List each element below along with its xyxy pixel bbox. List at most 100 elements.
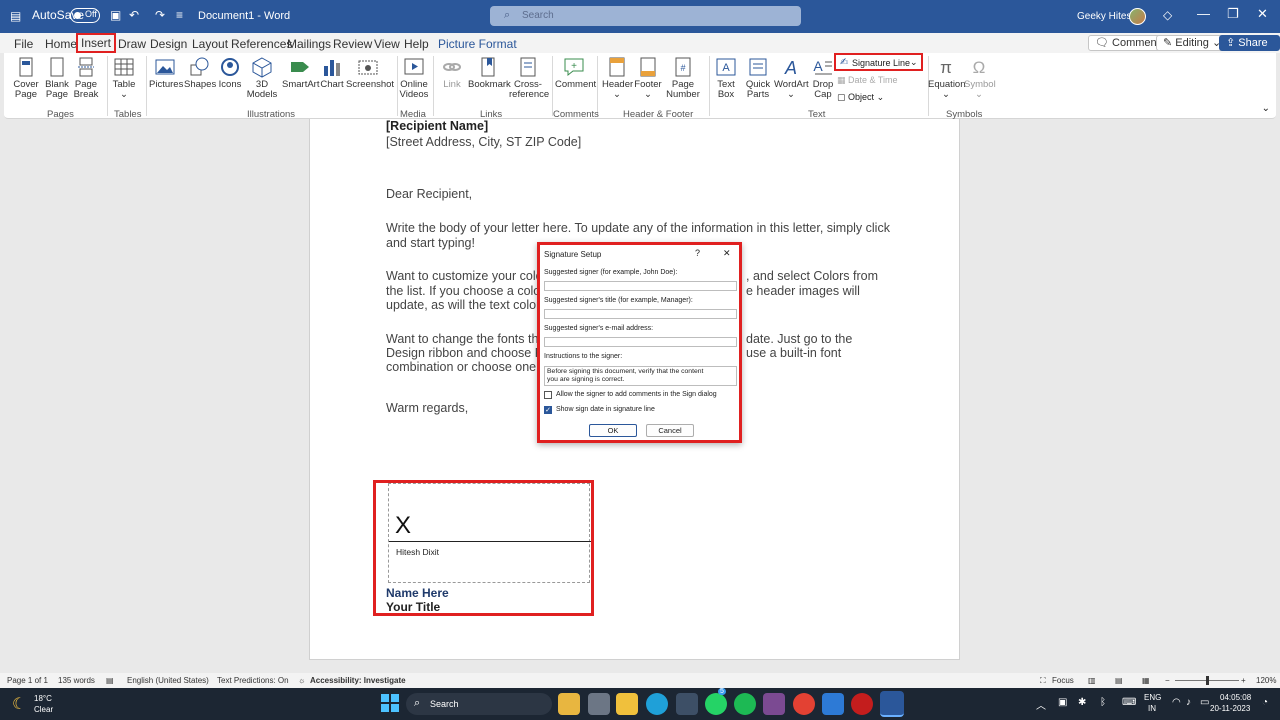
tab-insert[interactable]: Insert xyxy=(76,33,117,53)
redo-icon[interactable]: ↷ xyxy=(155,8,165,22)
zoom-in-icon[interactable]: + xyxy=(1241,676,1246,685)
signer-title-field[interactable] xyxy=(544,309,737,319)
tab-file[interactable]: File xyxy=(14,37,33,51)
undo-icon[interactable]: ↶ xyxy=(129,8,139,22)
date-time-button[interactable]: ▦ Date & Time xyxy=(837,75,898,86)
notifications-icon[interactable]: ◔ xyxy=(1262,697,1268,708)
cover-page-button[interactable]: Cover Page xyxy=(11,56,41,100)
cross-reference-button[interactable]: Cross- reference xyxy=(509,56,549,100)
ok-button[interactable]: OK xyxy=(589,424,637,437)
spotify-icon[interactable] xyxy=(734,693,756,715)
tray-app-icon[interactable]: ▣ xyxy=(1058,697,1067,708)
start-button[interactable] xyxy=(381,694,399,712)
input-region[interactable]: IN xyxy=(1148,704,1156,713)
footer-button[interactable]: Footer ⌄ xyxy=(633,56,663,100)
signer-name-field[interactable] xyxy=(544,281,737,291)
slack-icon[interactable] xyxy=(763,693,785,715)
signature-line-object[interactable]: X Hitesh Dixit xyxy=(388,483,591,583)
taskbar-search[interactable]: ⌕ Search xyxy=(406,693,552,715)
page-count[interactable]: Page 1 of 1 xyxy=(7,676,48,685)
instructions-field[interactable]: Before signing this document, verify tha… xyxy=(544,366,737,386)
print-layout-icon[interactable]: ▤ xyxy=(1115,676,1123,685)
read-mode-icon[interactable]: ▥ xyxy=(1088,676,1096,685)
wifi-icon[interactable]: ◠ xyxy=(1172,697,1181,708)
share-button[interactable]: ⇪ Share ⌄ xyxy=(1219,35,1280,63)
signer-email-field[interactable] xyxy=(544,337,737,347)
autosave-toggle[interactable]: Off xyxy=(70,8,100,23)
3d-models-button[interactable]: 3D Models xyxy=(246,56,278,100)
app-icon[interactable] xyxy=(851,693,873,715)
word-count[interactable]: 135 words xyxy=(58,676,95,685)
store-icon[interactable] xyxy=(676,693,698,715)
tab-view[interactable]: View xyxy=(374,37,400,51)
zoom-level[interactable]: 120% xyxy=(1256,676,1276,685)
bluetooth-icon[interactable]: ᛒ xyxy=(1100,697,1106,708)
temperature[interactable]: 18°C xyxy=(34,694,52,703)
tab-home[interactable]: Home xyxy=(45,37,77,51)
zoom-slider-thumb[interactable] xyxy=(1206,676,1209,685)
restore-icon[interactable]: ❐ xyxy=(1227,6,1239,22)
drop-cap-button[interactable]: A Drop Cap xyxy=(810,56,836,100)
icons-button[interactable]: Icons xyxy=(216,56,244,90)
screenshot-button[interactable]: Screenshot xyxy=(346,56,394,90)
clock-time[interactable]: 04:05:08 xyxy=(1220,693,1251,702)
zoom-out-icon[interactable]: − xyxy=(1165,676,1170,685)
slack-tray-icon[interactable]: ✱ xyxy=(1078,697,1086,708)
tab-picture-format[interactable]: Picture Format xyxy=(438,37,517,51)
weather-text[interactable]: Clear xyxy=(34,705,53,714)
tab-review[interactable]: Review xyxy=(333,37,372,51)
blank-page-button[interactable]: Blank Page xyxy=(42,56,72,100)
file-explorer-icon[interactable] xyxy=(616,693,638,715)
quick-parts-button[interactable]: Quick Parts xyxy=(742,56,774,100)
clock-date[interactable]: 20-11-2023 xyxy=(1210,704,1250,713)
collapse-ribbon-icon[interactable]: ⌄ xyxy=(1262,103,1270,114)
equation-button[interactable]: π Equation ⌄ xyxy=(928,56,966,100)
editing-button[interactable]: ✎ Editing ⌄ xyxy=(1156,35,1229,51)
minimize-icon[interactable]: — xyxy=(1197,6,1210,21)
volume-icon[interactable]: ♪ xyxy=(1186,697,1191,708)
word-app-icon[interactable]: ▤ xyxy=(10,9,21,23)
web-layout-icon[interactable]: ▦ xyxy=(1142,676,1150,685)
tab-layout[interactable]: Layout xyxy=(192,37,228,51)
edge-icon[interactable] xyxy=(646,693,668,715)
keyboard-icon[interactable]: ⌨ xyxy=(1122,697,1136,708)
pictures-button[interactable]: Pictures xyxy=(149,56,183,90)
vscode-icon[interactable] xyxy=(822,693,844,715)
chevron-up-icon[interactable]: ︿ xyxy=(1036,697,1046,712)
smartart-button[interactable]: SmartArt xyxy=(282,56,319,90)
object-button[interactable]: ▢ Object ⌄ xyxy=(837,92,884,103)
customize-toolbar-icon[interactable]: ≡ xyxy=(176,8,183,22)
symbol-button[interactable]: Ω Symbol ⌄ xyxy=(964,56,996,100)
tab-references[interactable]: References xyxy=(231,37,292,51)
text-box-button[interactable]: A Text Box xyxy=(713,56,739,100)
tab-draw[interactable]: Draw xyxy=(118,37,146,51)
comment-button[interactable]: + Comment xyxy=(555,56,596,90)
cancel-button[interactable]: Cancel xyxy=(646,424,694,437)
copilot-icon[interactable] xyxy=(558,693,580,715)
close-icon[interactable]: ✕ xyxy=(723,248,731,259)
tab-help[interactable]: Help xyxy=(404,37,429,51)
link-button[interactable]: Link xyxy=(438,56,466,90)
close-icon[interactable]: ✕ xyxy=(1257,6,1268,22)
page-break-button[interactable]: Page Break xyxy=(71,56,101,100)
online-videos-button[interactable]: Online Videos xyxy=(399,56,429,100)
chart-button[interactable]: Chart xyxy=(319,56,345,90)
help-icon[interactable]: ? xyxy=(695,248,700,258)
save-icon[interactable]: ▣ xyxy=(110,8,121,22)
tab-design[interactable]: Design xyxy=(150,37,187,51)
focus-button[interactable]: Focus xyxy=(1052,676,1074,685)
allow-comments-checkbox[interactable] xyxy=(544,391,552,399)
text-predictions[interactable]: Text Predictions: On xyxy=(217,676,289,685)
whatsapp-icon[interactable] xyxy=(705,693,727,715)
battery-icon[interactable]: ▭ xyxy=(1200,697,1209,708)
word-taskbar-icon[interactable] xyxy=(880,691,904,717)
task-view-icon[interactable] xyxy=(588,693,610,715)
diamond-icon[interactable]: ◇ xyxy=(1163,8,1172,22)
signature-line-button[interactable]: ✍ Signature Line ⌄ xyxy=(834,53,923,71)
search-box[interactable]: ⌕ Search xyxy=(490,6,801,26)
tab-mailings[interactable]: Mailings xyxy=(287,37,331,51)
page-number-button[interactable]: # Page Number xyxy=(664,56,702,100)
table-button[interactable]: Table ⌄ xyxy=(109,56,139,100)
shapes-button[interactable]: Shapes xyxy=(184,56,216,90)
header-button[interactable]: Header ⌄ xyxy=(602,56,633,100)
